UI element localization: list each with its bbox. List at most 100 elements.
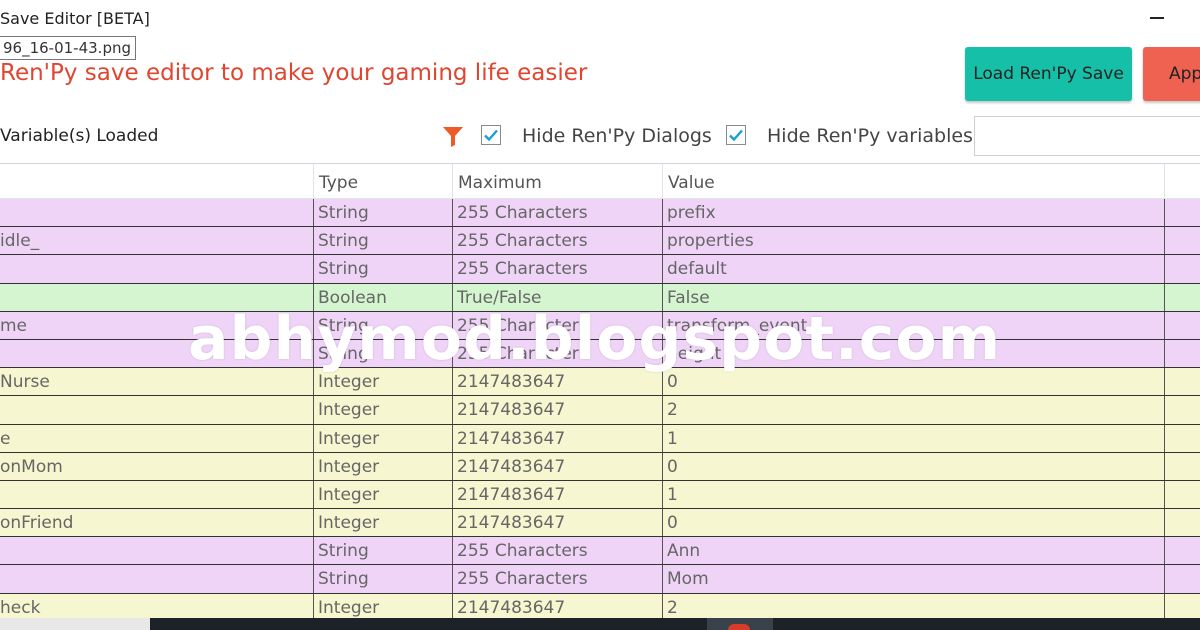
apply-button[interactable]: Apply bbox=[1143, 47, 1200, 101]
load-save-button[interactable]: Load Ren'Py Save bbox=[965, 47, 1132, 101]
type-cell: String bbox=[314, 227, 453, 255]
value-cell[interactable]: transform_event bbox=[663, 311, 1165, 339]
value-cell[interactable]: False bbox=[663, 283, 1165, 311]
maximum-cell: 2147483647 bbox=[453, 368, 663, 396]
variable-name-cell: me bbox=[0, 311, 314, 339]
value-cell[interactable]: 0 bbox=[663, 452, 1165, 480]
value-cell[interactable]: Ann bbox=[663, 537, 1165, 565]
value-cell[interactable]: 1 bbox=[663, 424, 1165, 452]
variable-name-cell bbox=[0, 339, 314, 368]
extra-cell bbox=[1165, 453, 1200, 480]
extra-cell bbox=[1165, 509, 1200, 536]
value-cell[interactable]: 0 bbox=[663, 368, 1165, 396]
window-title: Save Editor [BETA] bbox=[0, 9, 150, 28]
check-icon bbox=[729, 129, 743, 142]
variable-name-cell bbox=[0, 283, 314, 311]
table-row[interactable]: String 255 Characters default bbox=[0, 255, 1200, 284]
value-cell[interactable]: default bbox=[663, 255, 1165, 283]
type-cell: Boolean bbox=[314, 283, 453, 311]
grid-header: Type Maximum Value bbox=[0, 164, 1200, 199]
extra-cell bbox=[1165, 312, 1200, 339]
value-cell[interactable]: prefix bbox=[663, 199, 1165, 227]
check-icon bbox=[484, 129, 498, 142]
value-cell[interactable]: 0 bbox=[663, 509, 1165, 537]
table-row[interactable]: Integer 2147483647 1 bbox=[0, 480, 1200, 510]
variable-name-cell bbox=[0, 537, 314, 565]
type-cell: Integer bbox=[314, 480, 453, 509]
table-row[interactable]: me String 255 Characters transform_event bbox=[0, 311, 1200, 340]
variable-name-cell bbox=[0, 199, 314, 227]
table-row[interactable]: Nurse Integer 2147483647 0 bbox=[0, 368, 1200, 397]
table-row[interactable]: Integer 2147483647 2 bbox=[0, 396, 1200, 425]
table-row[interactable]: String 255 Characters Ann bbox=[0, 537, 1200, 566]
table-row[interactable]: onMom Integer 2147483647 0 bbox=[0, 452, 1200, 481]
value-cell[interactable]: Mom bbox=[663, 565, 1165, 593]
table-row[interactable]: String 255 Characters height bbox=[0, 339, 1200, 369]
column-header-name[interactable] bbox=[0, 164, 314, 198]
taskbar-left bbox=[0, 618, 150, 630]
type-cell: Integer bbox=[314, 593, 453, 621]
value-cell[interactable]: height bbox=[663, 339, 1165, 368]
extra-cell bbox=[1165, 284, 1200, 311]
column-header-extra bbox=[1165, 164, 1200, 198]
type-cell: String bbox=[314, 199, 453, 227]
variable-name-cell: heck bbox=[0, 593, 314, 621]
column-header-maximum[interactable]: Maximum bbox=[453, 164, 663, 198]
variable-name-cell: e bbox=[0, 424, 314, 452]
variables-loaded-status: Variable(s) Loaded bbox=[0, 126, 159, 146]
minimize-icon bbox=[1150, 17, 1164, 19]
type-cell: Integer bbox=[314, 424, 453, 452]
app-subtitle: Ren'Py save editor to make your gaming l… bbox=[0, 60, 588, 86]
column-header-value[interactable]: Value bbox=[663, 164, 1165, 198]
maximum-cell: 2147483647 bbox=[453, 452, 663, 480]
variable-name-cell bbox=[0, 480, 314, 509]
type-cell: Integer bbox=[314, 396, 453, 424]
extra-cell bbox=[1165, 594, 1200, 621]
type-cell: String bbox=[314, 537, 453, 565]
variable-name-cell: Nurse bbox=[0, 368, 314, 396]
variable-name-cell: onFriend bbox=[0, 509, 314, 537]
maximum-cell: 255 Characters bbox=[453, 227, 663, 255]
value-cell[interactable]: 2 bbox=[663, 593, 1165, 621]
hide-variables-label[interactable]: Hide Ren'Py variables bbox=[767, 125, 973, 147]
extra-cell bbox=[1165, 425, 1200, 452]
hide-variables-checkbox[interactable] bbox=[726, 125, 746, 145]
type-cell: Integer bbox=[314, 368, 453, 396]
maximum-cell: 255 Characters bbox=[453, 537, 663, 565]
table-row[interactable]: onFriend Integer 2147483647 0 bbox=[0, 509, 1200, 538]
table-row[interactable]: idle_ String 255 Characters properties bbox=[0, 227, 1200, 256]
type-cell: String bbox=[314, 311, 453, 339]
extra-cell bbox=[1165, 227, 1200, 254]
variable-name-cell bbox=[0, 255, 314, 283]
table-row[interactable]: Boolean True/False False bbox=[0, 283, 1200, 312]
table-row[interactable]: e Integer 2147483647 1 bbox=[0, 424, 1200, 453]
extra-cell bbox=[1165, 565, 1200, 592]
value-cell[interactable]: 1 bbox=[663, 480, 1165, 509]
extra-cell bbox=[1165, 396, 1200, 423]
filter-funnel-icon[interactable] bbox=[441, 124, 465, 148]
table-row[interactable]: String 255 Characters Mom bbox=[0, 565, 1200, 594]
hide-dialogs-label[interactable]: Hide Ren'Py Dialogs bbox=[522, 125, 712, 147]
search-input[interactable] bbox=[974, 116, 1200, 156]
variable-name-cell: idle_ bbox=[0, 227, 314, 255]
extra-cell bbox=[1165, 255, 1200, 282]
maximum-cell: 255 Characters bbox=[453, 199, 663, 227]
hide-dialogs-checkbox[interactable] bbox=[481, 125, 501, 145]
table-row[interactable]: String 255 Characters prefix bbox=[0, 199, 1200, 228]
type-cell: Integer bbox=[314, 452, 453, 480]
extra-cell bbox=[1165, 368, 1200, 395]
type-cell: Integer bbox=[314, 509, 453, 537]
value-cell[interactable]: properties bbox=[663, 227, 1165, 255]
maximum-cell: 2147483647 bbox=[453, 424, 663, 452]
column-header-type[interactable]: Type bbox=[314, 164, 453, 198]
type-cell: String bbox=[314, 255, 453, 283]
extra-cell bbox=[1165, 537, 1200, 564]
value-cell[interactable]: 2 bbox=[663, 396, 1165, 424]
minimize-button[interactable] bbox=[1140, 5, 1174, 31]
maximum-cell: 2147483647 bbox=[453, 396, 663, 424]
maximum-cell: True/False bbox=[453, 283, 663, 311]
maximum-cell: 255 Characters bbox=[453, 311, 663, 339]
maximum-cell: 255 Characters bbox=[453, 339, 663, 368]
taskbar-app-icon[interactable] bbox=[728, 624, 750, 630]
type-cell: String bbox=[314, 339, 453, 368]
